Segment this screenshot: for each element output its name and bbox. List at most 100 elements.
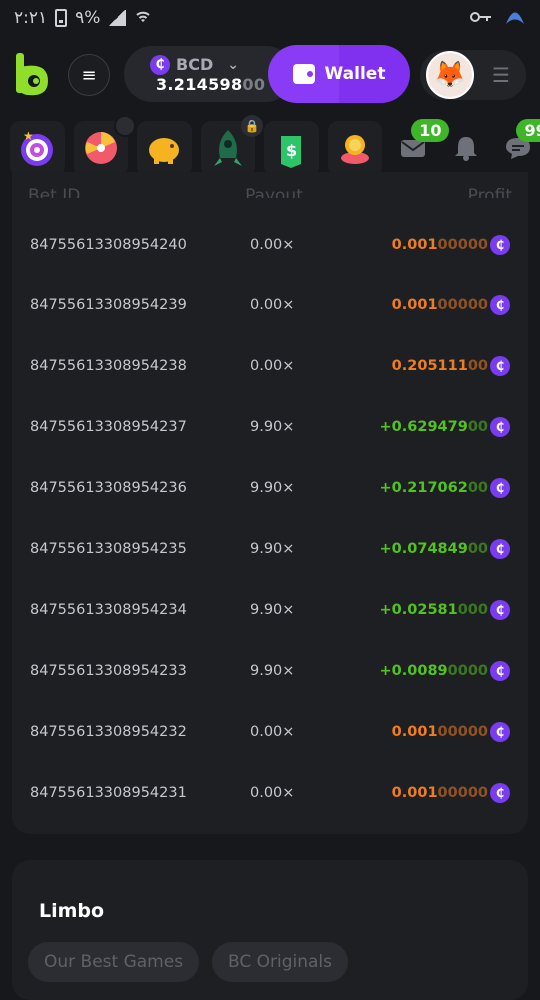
notifications-button[interactable]: [444, 121, 488, 176]
profit-value: +0.07484900: [380, 541, 488, 557]
chat-count-badge: 99: [516, 118, 540, 142]
key-icon: [470, 8, 492, 28]
spin-target-icon[interactable]: ★: [10, 120, 65, 176]
status-left: ٢:٢١ ٩%: [14, 7, 152, 30]
payout-value: 0.00×: [250, 297, 295, 314]
profit-dim: 00000: [437, 723, 488, 740]
bet-id: 84755613308954234: [30, 601, 187, 618]
bet-id: 84755613308954237: [30, 419, 187, 436]
profit-main: 0.001: [391, 723, 438, 740]
bcd-coin-icon: ₵: [490, 599, 510, 620]
status-time: ٢:٢١: [14, 8, 48, 28]
bet-id: 84755613308954238: [30, 358, 187, 375]
profit-value: 0.00100000: [392, 785, 488, 801]
bet-id: 84755613308954235: [30, 541, 187, 557]
payout-value: 9.90×: [250, 419, 295, 436]
coin-bonus-icon[interactable]: [327, 120, 383, 176]
payout-value: 9.90×: [250, 601, 295, 618]
top-header: ≡ ₵ BCD ⌄ 3.21459800 Wallet 🦊 ☰: [0, 42, 540, 108]
bcd-coin-icon: ₵: [490, 539, 510, 559]
svg-text:$: $: [286, 141, 297, 160]
bcd-coin-icon: ₵: [490, 417, 510, 438]
chat-button[interactable]: 99: [496, 118, 540, 176]
bcd-coin-icon: ₵: [490, 295, 510, 316]
profit-main: +0.02581: [379, 601, 458, 618]
wallet-button[interactable]: Wallet: [268, 45, 410, 103]
table-row[interactable]: 84755613308954237 9.90× +0.62947900 ₵: [12, 397, 528, 458]
profit-value: 0.00100000: [392, 724, 488, 740]
profit-dim: 00000: [437, 297, 488, 314]
profit-value: 0.00100000: [392, 297, 488, 313]
bell-icon: [454, 137, 477, 161]
table-row[interactable]: 84755613308954231 0.00× 0.00100000 ₵: [12, 762, 528, 823]
col-bet-id: Bet ID: [28, 186, 81, 198]
piggy-bank-icon[interactable]: [137, 120, 192, 176]
table-row[interactable]: 84755613308954236 9.90× +0.21706200 ₵: [12, 458, 528, 519]
status-bar: ٢:٢١ ٩%: [0, 0, 540, 36]
price-tag-icon[interactable]: $: [264, 120, 319, 176]
wallet-label: Wallet: [324, 64, 386, 84]
lucky-wheel-icon[interactable]: [73, 114, 137, 176]
hamburger-icon: ≡: [81, 64, 97, 86]
signal-icon: [108, 10, 127, 26]
user-menu-icon[interactable]: ☰: [492, 63, 510, 87]
table-row[interactable]: 84755613308954233 9.90× +0.00890000 ₵: [12, 640, 528, 701]
rocket-icon[interactable]: 🔒: [200, 114, 264, 176]
profit-dim: 000: [457, 601, 488, 618]
chip-bc-originals[interactable]: BC Originals: [212, 942, 349, 982]
profit-main: 0.001: [391, 297, 438, 314]
table-row[interactable]: 84755613308954240 0.00× 0.00100000 ₵: [12, 214, 528, 275]
status-right: [470, 7, 526, 30]
bc-logo[interactable]: [12, 49, 52, 101]
table-row[interactable]: 84755613308954232 0.00× 0.00100000 ₵: [12, 701, 528, 762]
table-row[interactable]: 84755613308954239 0.00× 0.00100000 ₵: [12, 275, 528, 336]
bcd-coin-icon: ₵: [150, 54, 170, 75]
col-profit: Profit: [467, 186, 512, 198]
mail-button[interactable]: 10: [391, 118, 450, 176]
bet-id: 84755613308954232: [30, 723, 187, 740]
profit-value: +0.00890000: [380, 663, 488, 679]
profit-value: +0.62947900: [380, 419, 488, 435]
profit-value: 0.00100000: [392, 237, 488, 253]
bet-id: 84755613308954240: [30, 236, 187, 253]
table-row[interactable]: 84755613308954234 9.90× +0.02581000 ₵: [12, 579, 528, 640]
profit-main: +0.217062: [379, 480, 468, 497]
profit-dim: 00: [467, 480, 488, 497]
payout-value: 0.00×: [250, 723, 295, 740]
profit-main: 0.205111: [391, 358, 468, 375]
bet-id: 84755613308954233: [30, 662, 187, 679]
bcd-coin-icon: ₵: [490, 782, 510, 803]
avatar[interactable]: 🦊: [426, 51, 474, 99]
table-header: Bet ID Payout Profit: [28, 172, 512, 198]
bcd-coin-icon: ₵: [490, 721, 510, 742]
payout-value: 9.90×: [250, 541, 295, 557]
profit-main: 0.001: [391, 784, 438, 801]
battery-icon: [55, 9, 68, 27]
profit-main: +0.629479: [379, 419, 468, 436]
profit-dim: 00000: [437, 784, 488, 801]
balance-dim: 00: [242, 74, 266, 94]
table-row[interactable]: 84755613308954238 0.00× 0.20511100 ₵: [12, 336, 528, 397]
user-menu[interactable]: 🦊 ☰: [420, 50, 526, 100]
bcd-coin-icon: ₵: [490, 356, 510, 377]
profit-dim: 00: [467, 358, 488, 375]
chevron-down-icon: ⌄: [227, 56, 239, 73]
profit-dim: 00000: [437, 236, 488, 253]
payout-value: 0.00×: [250, 236, 295, 253]
profit-dim: 00: [467, 541, 488, 557]
lock-icon: 🔒: [241, 114, 264, 137]
wifi-icon: [134, 7, 152, 30]
app-notification-icon: [504, 7, 526, 30]
profit-main: 0.001: [391, 236, 438, 253]
currency-code: BCD: [176, 55, 214, 74]
table-row[interactable]: 84755613308954235 9.90× +0.07484900 ₵: [12, 519, 528, 580]
col-payout: Payout: [245, 186, 303, 198]
chip-our-best-games[interactable]: Our Best Games: [28, 942, 200, 982]
bet-id: 84755613308954236: [30, 480, 187, 497]
profit-value: +0.21706200: [380, 480, 488, 496]
menu-button[interactable]: ≡: [68, 54, 110, 96]
payout-value: 0.00×: [250, 784, 295, 801]
quick-icons-row: ★ 🔒 $ 10 99: [0, 114, 540, 178]
my-bets-table: Bet ID Payout Profit 84755613308954240 0.…: [12, 172, 528, 834]
bcd-coin-icon: ₵: [490, 478, 510, 499]
